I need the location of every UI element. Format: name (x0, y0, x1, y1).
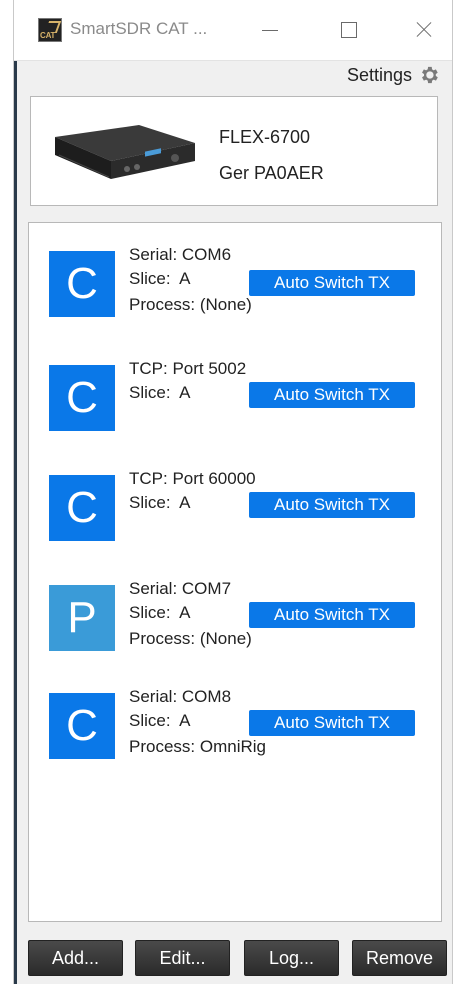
client-type-icon: C (49, 475, 115, 541)
client-slice: Slice: A (129, 603, 191, 622)
auto-switch-tx-button[interactable]: Auto Switch TX (249, 492, 415, 518)
gear-icon (422, 66, 438, 84)
client-slice: Slice: A (129, 711, 191, 730)
auto-switch-tx-button[interactable]: Auto Switch TX (249, 602, 415, 628)
radio-model: FLEX-6700 (219, 127, 311, 147)
window-title: SmartSDR CAT ... (70, 19, 208, 38)
auto-switch-tx-button[interactable]: Auto Switch TX (249, 382, 415, 408)
radio-info-panel: FLEX-6700 Ger PA0AER (30, 96, 438, 206)
client-item[interactable]: C TCP: Port 60000 Slice: A Auto Switch T… (49, 467, 429, 557)
edit-button[interactable]: Edit... (135, 940, 230, 976)
minimize-button[interactable] (254, 14, 286, 46)
add-button[interactable]: Add... (28, 940, 123, 976)
settings-button[interactable]: Settings (347, 62, 440, 88)
client-connection: Serial: COM8 (129, 687, 232, 706)
client-type-icon: P (49, 585, 115, 651)
client-type-icon: C (49, 693, 115, 759)
remove-button[interactable]: Remove (352, 940, 447, 976)
title-bar[interactable]: CAT SmartSDR CAT ... (14, 0, 452, 61)
client-item[interactable]: P Serial: COM7 Slice: A Process: (None) … (49, 577, 429, 667)
app-icon-text: CAT (40, 31, 56, 40)
client-type-icon: C (49, 251, 115, 317)
auto-switch-tx-button[interactable]: Auto Switch TX (249, 270, 415, 296)
auto-switch-tx-button[interactable]: Auto Switch TX (249, 710, 415, 736)
window-left-edge (14, 0, 17, 984)
radio-device-image (55, 125, 195, 179)
client-connection: TCP: Port 60000 (129, 469, 256, 488)
close-button[interactable] (408, 14, 440, 46)
app-icon: CAT (38, 18, 62, 42)
radio-owner: Ger PA0AER (219, 163, 324, 183)
client-connection: Serial: COM6 (129, 245, 232, 264)
client-slice: Slice: A (129, 493, 191, 512)
maximize-button[interactable] (332, 14, 364, 46)
client-slice: Slice: A (129, 269, 191, 288)
client-slice: Slice: A (129, 383, 191, 402)
client-process: Process: OmniRig (129, 737, 266, 756)
client-item[interactable]: C Serial: COM8 Slice: A Process: OmniRig… (49, 685, 429, 775)
client-item[interactable]: C Serial: COM6 Slice: A Process: (None) … (49, 243, 429, 333)
smartsdr-cat-window: CAT SmartSDR CAT ... Settings FLEX-6700 … (13, 0, 453, 984)
client-process: Process: (None) (129, 295, 252, 314)
client-list: C Serial: COM6 Slice: A Process: (None) … (28, 222, 442, 922)
client-type-icon: C (49, 365, 115, 431)
settings-label: Settings (346, 64, 412, 85)
log-button[interactable]: Log... (244, 940, 339, 976)
client-process: Process: (None) (129, 629, 252, 648)
client-connection: Serial: COM7 (129, 579, 232, 598)
client-item[interactable]: C TCP: Port 5002 Slice: A Auto Switch TX (49, 357, 429, 447)
client-connection: TCP: Port 5002 (129, 359, 247, 378)
